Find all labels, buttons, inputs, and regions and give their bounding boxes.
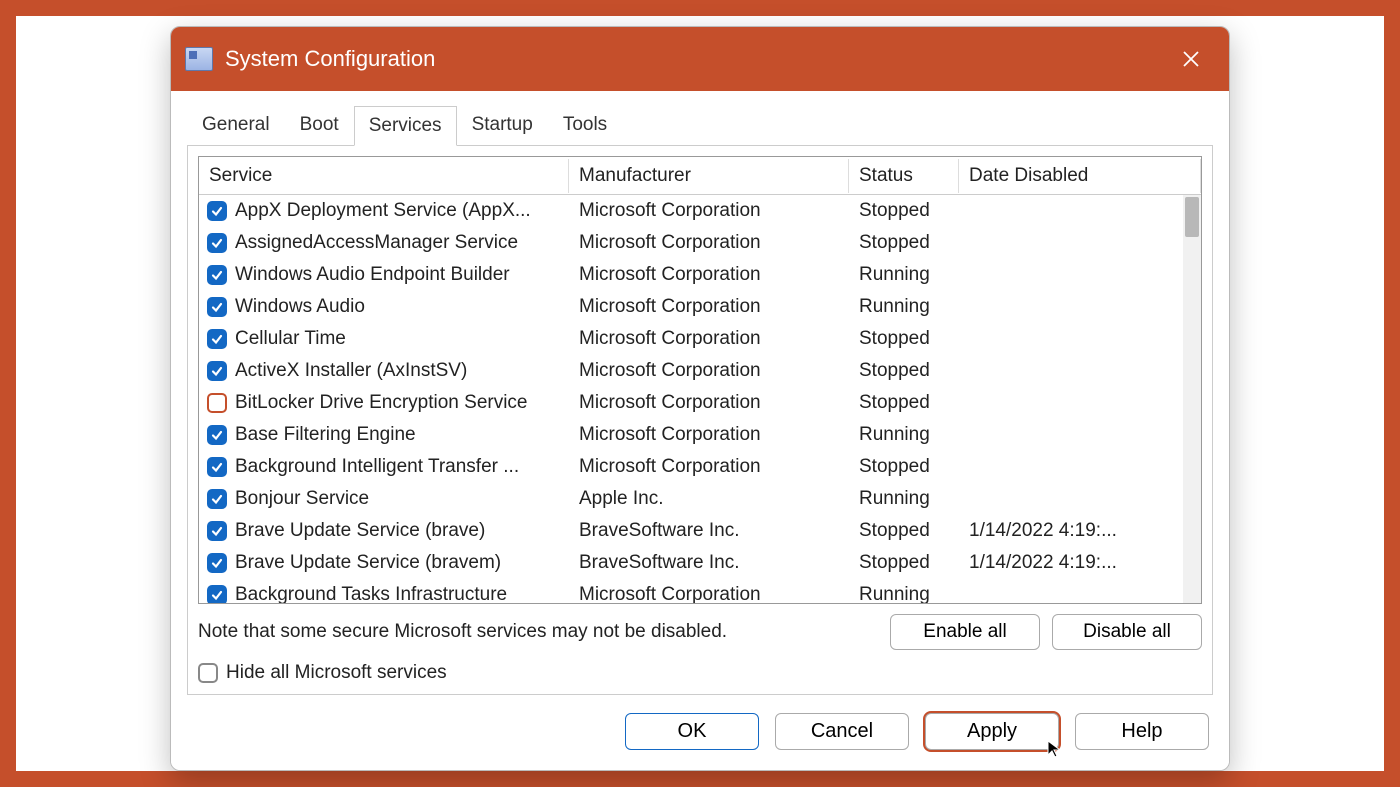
tab-startup[interactable]: Startup [457,105,548,145]
enable-all-button[interactable]: Enable all [890,614,1040,650]
hide-ms-services-label[interactable]: Hide all Microsoft services [226,662,447,684]
service-status: Stopped [849,200,959,222]
service-checkbox[interactable] [207,457,227,477]
column-status[interactable]: Status [849,159,959,193]
secure-services-note: Note that some secure Microsoft services… [198,621,727,643]
service-name: Cellular Time [235,328,346,350]
service-manufacturer: Microsoft Corporation [569,232,849,254]
service-name: Windows Audio [235,296,365,318]
service-row[interactable]: Windows Audio Microsoft CorporationRunnin… [199,291,1201,323]
service-checkbox[interactable] [207,329,227,349]
service-manufacturer: Microsoft Corporation [569,392,849,414]
column-service[interactable]: Service [199,159,569,193]
service-name: AssignedAccessManager Service [235,232,518,254]
service-name: Brave Update Service (bravem) [235,552,501,574]
service-status: Stopped [849,552,959,574]
service-checkbox[interactable] [207,585,227,603]
ok-button[interactable]: OK [625,713,759,750]
service-status: Running [849,488,959,510]
scrollbar-thumb[interactable] [1185,197,1199,237]
service-checkbox[interactable] [207,425,227,445]
service-manufacturer: Microsoft Corporation [569,264,849,286]
hide-ms-services-checkbox[interactable] [198,663,218,683]
service-row[interactable]: Brave Update Service (brave) BraveSoftwar… [199,515,1201,547]
tab-services[interactable]: Services [354,106,457,146]
service-status: Stopped [849,392,959,414]
service-row[interactable]: Brave Update Service (bravem) BraveSoftwa… [199,547,1201,579]
system-configuration-window: System Configuration GeneralBootServices… [170,26,1230,771]
service-row[interactable]: ActiveX Installer (AxInstSV) Microsoft Co… [199,355,1201,387]
listview-header[interactable]: Service Manufacturer Status Date Disable… [199,157,1201,195]
service-row[interactable]: Bonjour Service Apple Inc.Running [199,483,1201,515]
service-status: Running [849,584,959,603]
service-status: Stopped [849,328,959,350]
service-row[interactable]: Windows Audio Endpoint Builder Microsoft … [199,259,1201,291]
service-row[interactable]: Cellular Time Microsoft CorporationStoppe… [199,323,1201,355]
service-checkbox[interactable] [207,393,227,413]
disable-all-button[interactable]: Disable all [1052,614,1202,650]
service-checkbox[interactable] [207,297,227,317]
service-status: Running [849,424,959,446]
service-status: Running [849,264,959,286]
service-name: Brave Update Service (brave) [235,520,485,542]
service-name: Windows Audio Endpoint Builder [235,264,510,286]
service-checkbox[interactable] [207,201,227,221]
apply-button[interactable]: Apply [925,713,1059,750]
service-status: Running [849,296,959,318]
tab-tools[interactable]: Tools [548,105,622,145]
service-status: Stopped [849,520,959,542]
service-name: Base Filtering Engine [235,424,416,446]
help-button[interactable]: Help [1075,713,1209,750]
close-button[interactable] [1173,41,1209,77]
service-name: Background Tasks Infrastructure [235,584,507,603]
service-manufacturer: BraveSoftware Inc. [569,552,849,574]
service-name: ActiveX Installer (AxInstSV) [235,360,467,382]
tab-strip: GeneralBootServicesStartupTools [187,105,1219,145]
close-icon [1182,50,1200,68]
scrollbar-track[interactable] [1183,195,1201,603]
service-manufacturer: Microsoft Corporation [569,200,849,222]
services-listview[interactable]: Service Manufacturer Status Date Disable… [198,156,1202,604]
service-checkbox[interactable] [207,361,227,381]
cancel-button[interactable]: Cancel [775,713,909,750]
tab-boot[interactable]: Boot [285,105,354,145]
titlebar[interactable]: System Configuration [171,27,1229,91]
service-manufacturer: Apple Inc. [569,488,849,510]
service-checkbox[interactable] [207,233,227,253]
service-manufacturer: Microsoft Corporation [569,584,849,603]
service-checkbox[interactable] [207,553,227,573]
service-status: Stopped [849,360,959,382]
window-title: System Configuration [225,46,1173,72]
service-row[interactable]: Background Intelligent Transfer ... Micro… [199,451,1201,483]
service-manufacturer: Microsoft Corporation [569,328,849,350]
column-manufacturer[interactable]: Manufacturer [569,159,849,193]
service-row[interactable]: AssignedAccessManager Service Microsoft C… [199,227,1201,259]
service-name: BitLocker Drive Encryption Service [235,392,528,414]
tab-general[interactable]: General [187,105,285,145]
service-row[interactable]: BitLocker Drive Encryption Service Micros… [199,387,1201,419]
service-checkbox[interactable] [207,489,227,509]
service-manufacturer: Microsoft Corporation [569,424,849,446]
service-name: Bonjour Service [235,488,369,510]
service-manufacturer: Microsoft Corporation [569,296,849,318]
service-status: Stopped [849,456,959,478]
service-manufacturer: Microsoft Corporation [569,456,849,478]
service-row[interactable]: Base Filtering Engine Microsoft Corporati… [199,419,1201,451]
service-row[interactable]: AppX Deployment Service (AppX... Microsof… [199,195,1201,227]
service-date-disabled: 1/14/2022 4:19:... [959,520,1201,542]
service-manufacturer: Microsoft Corporation [569,360,849,382]
service-date-disabled: 1/14/2022 4:19:... [959,552,1201,574]
tab-services-page: Service Manufacturer Status Date Disable… [187,145,1213,695]
service-name: AppX Deployment Service (AppX... [235,200,531,222]
service-checkbox[interactable] [207,265,227,285]
service-status: Stopped [849,232,959,254]
dialog-button-row: OK Cancel Apply Help [181,695,1219,754]
column-date-disabled[interactable]: Date Disabled [959,159,1201,193]
service-row[interactable]: Background Tasks Infrastructure Microsoft… [199,579,1201,603]
service-name: Background Intelligent Transfer ... [235,456,519,478]
service-checkbox[interactable] [207,521,227,541]
cursor-icon [1046,739,1066,759]
app-icon [185,47,213,71]
service-manufacturer: BraveSoftware Inc. [569,520,849,542]
